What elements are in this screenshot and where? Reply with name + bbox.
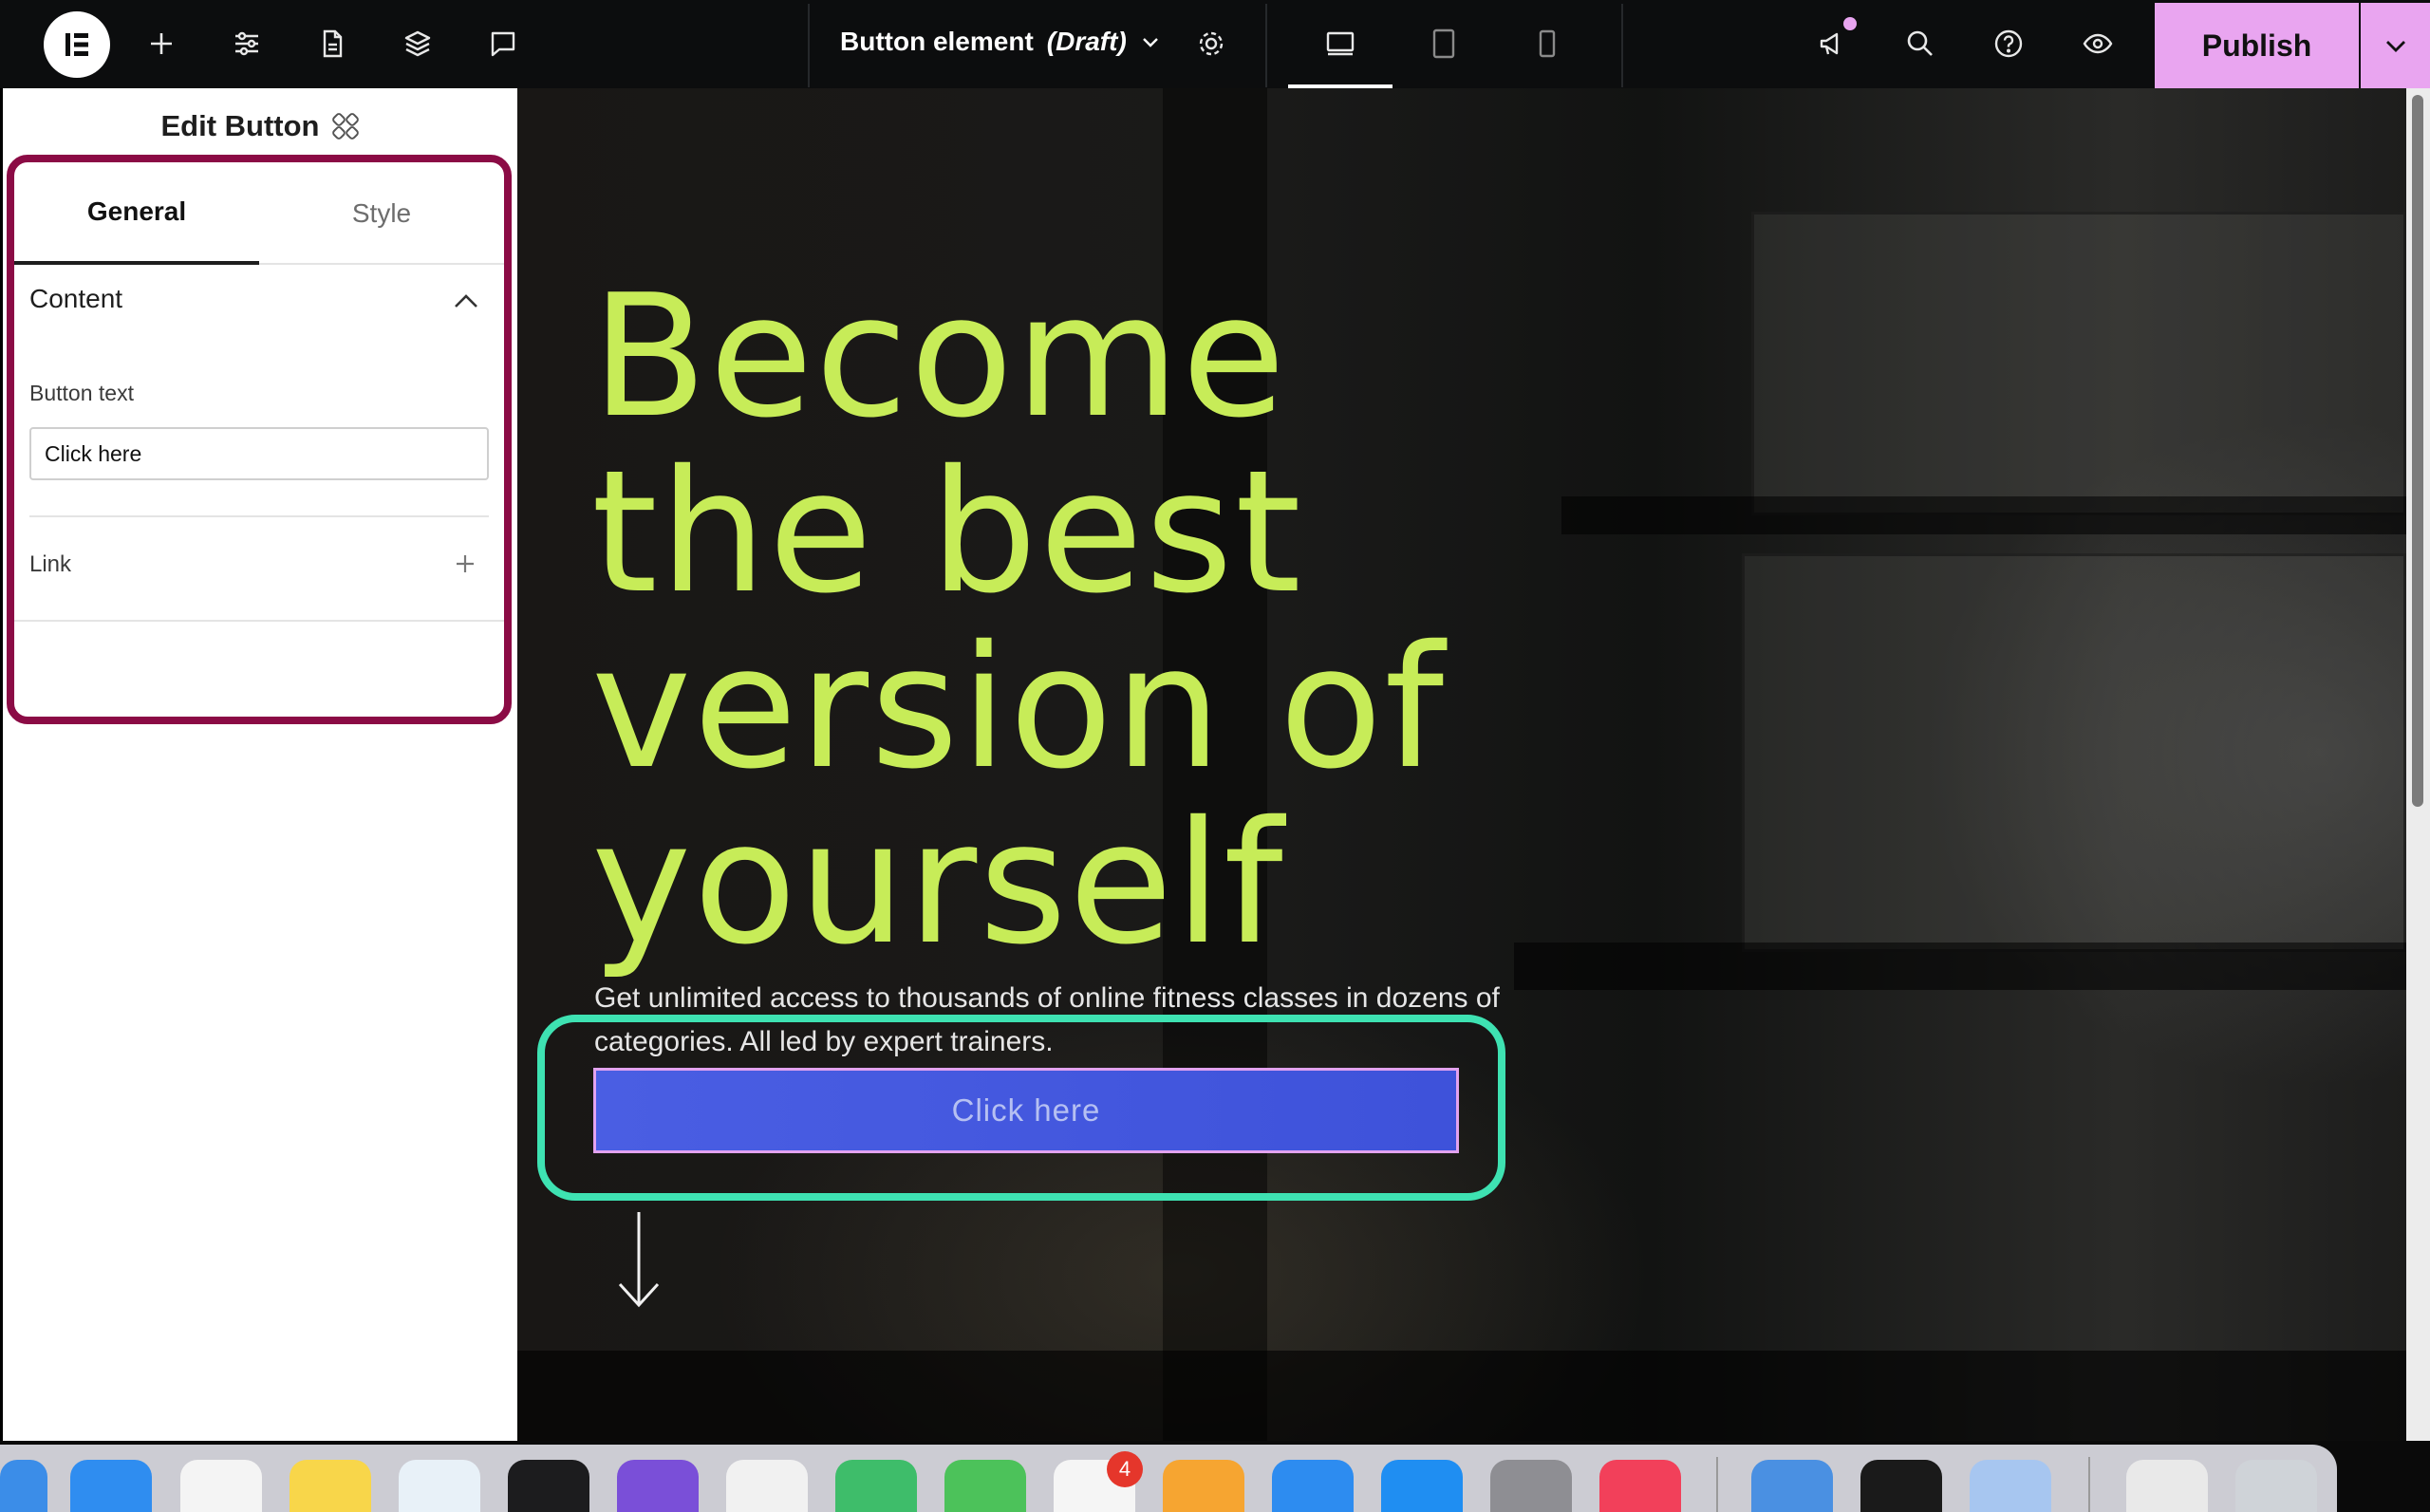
widget-settings-icon[interactable]: [331, 112, 360, 140]
panel-highlight-frame: [7, 155, 512, 724]
panel-title-text: Edit Button: [160, 109, 320, 142]
mobile-view-icon[interactable]: [1519, 15, 1576, 72]
app-store-icon[interactable]: [1381, 1460, 1463, 1512]
background-shape: [517, 1351, 2406, 1441]
cta-button[interactable]: Click here: [593, 1068, 1459, 1153]
freeform-app-icon[interactable]: [399, 1460, 480, 1512]
numbers-app-icon[interactable]: [944, 1460, 1026, 1512]
background-shape: [1514, 943, 2406, 990]
dock-separator: [1716, 1457, 1718, 1512]
background-shape: [1751, 212, 2406, 515]
background-shape: [1561, 496, 2406, 534]
downloads-stack-icon[interactable]: [2126, 1460, 2208, 1512]
editor-panel: Edit Button General Style Content Button…: [3, 88, 517, 1441]
publish-button[interactable]: Publish: [2155, 3, 2359, 88]
gear-icon[interactable]: [1183, 15, 1240, 72]
finder-app-icon[interactable]: [70, 1460, 152, 1512]
topbar-divider: [808, 4, 810, 87]
activity-monitor-icon[interactable]: [1860, 1460, 1942, 1512]
safari-app-icon[interactable]: [0, 1460, 47, 1512]
document-title-dropdown[interactable]: Button element (Draft): [840, 27, 1161, 57]
panel-title: Edit Button: [3, 109, 517, 143]
imovie-app-icon[interactable]: [617, 1460, 699, 1512]
publish-options-button[interactable]: [2361, 3, 2430, 88]
comments-icon[interactable]: [475, 15, 532, 72]
help-icon[interactable]: [1980, 15, 2037, 72]
dock-separator: [2088, 1457, 2090, 1512]
elementor-logo-icon[interactable]: [44, 11, 110, 78]
document-title: Button element: [840, 27, 1034, 56]
pages-app-icon[interactable]: [1163, 1460, 1244, 1512]
slack-badge: 4: [1107, 1451, 1143, 1487]
desktop-view-icon[interactable]: [1312, 15, 1369, 72]
search-icon[interactable]: [1892, 15, 1949, 72]
editor-topbar: Button element (Draft) Publish: [0, 0, 2430, 88]
headline-line: the best: [591, 434, 1303, 630]
page-settings-icon[interactable]: [304, 15, 361, 72]
app-icon[interactable]: [835, 1460, 917, 1512]
reminders-app-icon[interactable]: [180, 1460, 262, 1512]
app-icon[interactable]: [1751, 1460, 1833, 1512]
music-app-icon[interactable]: [1599, 1460, 1681, 1512]
keynote-app-icon[interactable]: [1272, 1460, 1354, 1512]
document-status: (Draft): [1046, 27, 1127, 56]
add-element-icon[interactable]: [133, 15, 190, 72]
topbar-divider: [1621, 4, 1623, 87]
apple-tv-app-icon[interactable]: [508, 1460, 589, 1512]
chevron-down-icon: [2385, 41, 2405, 52]
headline-line: version of: [591, 609, 1447, 806]
arrow-down-icon[interactable]: [612, 1208, 665, 1313]
system-settings-icon[interactable]: [1490, 1460, 1572, 1512]
preview-canvas: Become the best version of yourself Get …: [517, 88, 2406, 1441]
chrome-app-icon[interactable]: [726, 1460, 808, 1512]
headline-line: yourself: [591, 785, 1285, 981]
topbar-divider: [1265, 4, 1267, 87]
structure-layers-icon[interactable]: [389, 15, 446, 72]
chevron-down-icon: [1142, 38, 1158, 47]
preview-eye-icon[interactable]: [2069, 15, 2126, 72]
tablet-view-icon[interactable]: [1415, 15, 1472, 72]
preview-app-icon[interactable]: [1970, 1460, 2051, 1512]
notification-dot: [1843, 17, 1857, 30]
site-settings-icon[interactable]: [218, 15, 275, 72]
hero-headline: Become the best version of yourself: [591, 269, 1541, 971]
headline-line: Become: [591, 258, 1288, 455]
background-shape: [1742, 553, 2406, 952]
trash-icon[interactable]: [2235, 1460, 2317, 1512]
scrollbar-thumb[interactable]: [2412, 95, 2423, 807]
notes-app-icon[interactable]: [290, 1460, 371, 1512]
